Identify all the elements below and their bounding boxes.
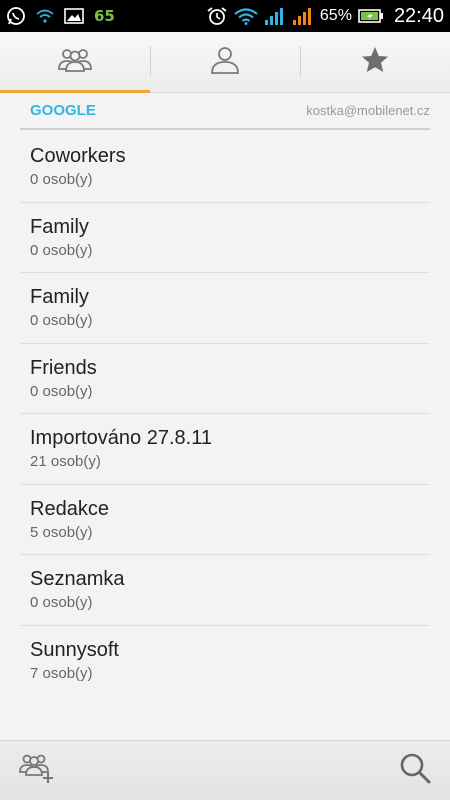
account-header: GOOGLE kostka@mobilenet.cz [20,92,430,130]
signal-icon-sim1 [264,6,286,26]
tab-favorites[interactable] [300,32,450,92]
group-member-count: 0 osob(y) [30,382,93,400]
add-group-icon [18,752,56,789]
group-list: Coworkers 0 osob(y) Family 0 osob(y) Fam… [20,132,430,696]
star-icon [360,45,390,80]
group-name: Family [30,286,89,308]
whatsapp-icon [6,6,26,26]
tab-bar [0,32,450,93]
tab-contacts[interactable] [150,32,300,92]
tab-groups[interactable] [0,32,150,93]
group-name: Sunnysoft [30,638,119,661]
list-item[interactable]: Friends 0 osob(y) [20,344,430,414]
wifi-icon [234,7,258,25]
status-bar-left: 65 [6,6,115,26]
search-button[interactable] [398,751,432,790]
add-group-button[interactable] [18,752,56,789]
groups-icon [57,47,93,78]
alarm-icon [206,6,228,26]
group-member-count: 21 osob(y) [30,453,101,470]
group-member-count: 0 osob(y) [30,241,93,259]
list-item[interactable]: Sunnysoft 7 osob(y) [20,626,430,697]
account-name: GOOGLE [30,101,96,119]
list-item[interactable]: Redakce 5 osob(y) [20,485,430,555]
group-member-count: 0 osob(y) [30,594,93,611]
wifi-small-icon [36,8,54,24]
group-name: Redakce [30,497,109,520]
group-name: Family [30,215,89,238]
status-bar-right: 65% 22:40 [206,5,444,28]
contact-icon [209,45,241,80]
image-icon [64,8,84,24]
notification-badge: 65 [94,7,115,25]
group-name: Importováno 27.8.11 [30,427,212,449]
battery-charging-icon [358,8,384,24]
battery-percent: 65% [319,7,352,24]
list-item[interactable]: Importováno 27.8.11 21 osob(y) [20,414,430,485]
list-item[interactable]: Family 0 osob(y) [20,273,430,344]
group-member-count: 5 osob(y) [30,523,93,541]
signal-icon-sim2 [292,6,314,26]
bottom-action-bar [0,740,450,800]
search-icon [398,751,432,790]
group-name: Friends [30,356,97,379]
status-bar: 65 65% 22:40 [0,0,450,32]
clock: 22:40 [393,4,444,27]
group-member-count: 7 osob(y) [30,664,93,682]
list-item[interactable]: Seznamka 0 osob(y) [20,555,430,626]
group-member-count: 0 osob(y) [30,171,93,188]
account-email: kostka@mobilenet.cz [306,102,430,118]
group-name: Coworkers [30,145,126,167]
group-name: Seznamka [30,568,125,590]
list-item[interactable]: Coworkers 0 osob(y) [20,132,430,203]
list-item[interactable]: Family 0 osob(y) [20,203,430,273]
group-member-count: 0 osob(y) [30,312,93,329]
